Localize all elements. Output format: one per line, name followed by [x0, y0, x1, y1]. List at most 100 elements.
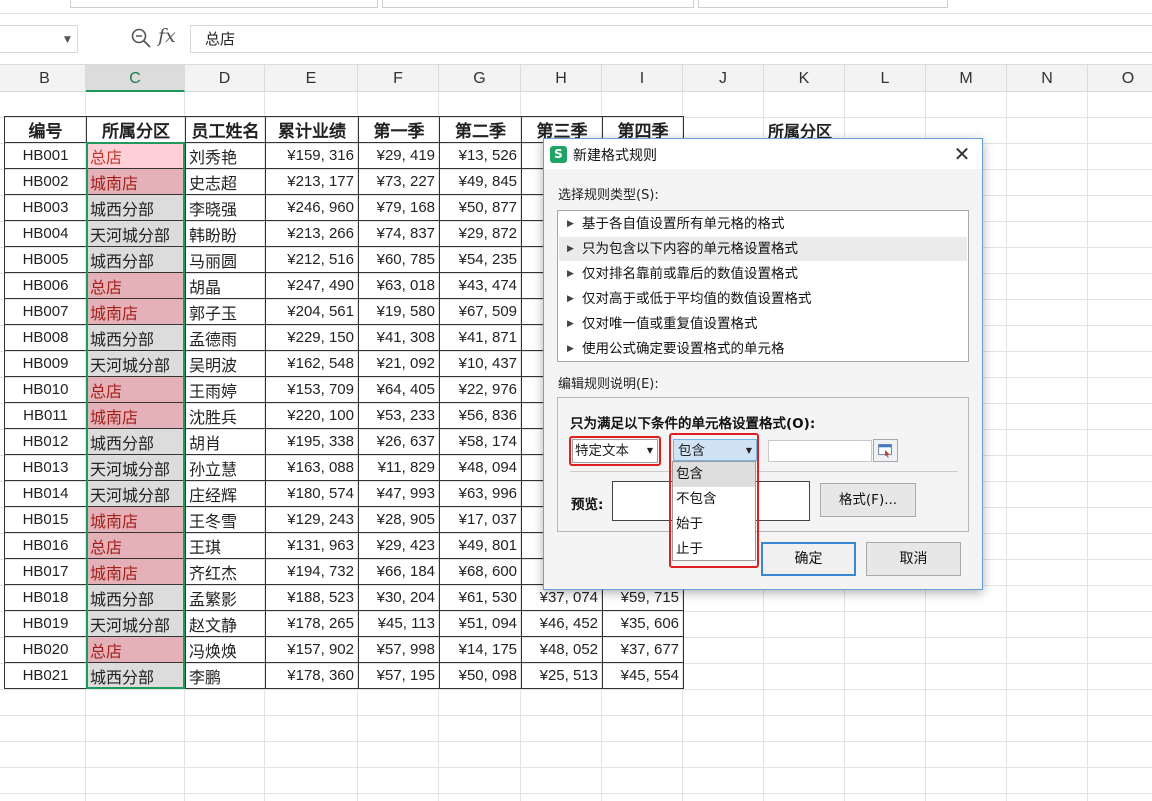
- table-cell[interactable]: HB005: [4, 246, 87, 273]
- operator-option[interactable]: 不包含: [673, 487, 755, 512]
- table-cell[interactable]: ¥157, 902: [265, 636, 359, 663]
- table-cell[interactable]: 王琪: [185, 532, 266, 559]
- column-header-m[interactable]: M: [926, 65, 1007, 92]
- table-cell[interactable]: ¥41, 871: [439, 324, 522, 351]
- table-cell[interactable]: ¥64, 405: [358, 376, 440, 403]
- table-cell[interactable]: 孟德雨: [185, 324, 266, 351]
- table-cell[interactable]: ¥57, 195: [358, 662, 440, 689]
- header-cell[interactable]: 编号: [4, 116, 87, 143]
- header-cell[interactable]: 所属分区: [86, 116, 186, 143]
- table-cell[interactable]: ¥57, 998: [358, 636, 440, 663]
- column-header-n[interactable]: N: [1007, 65, 1088, 92]
- column-header-e[interactable]: E: [265, 65, 358, 92]
- rule-type-item[interactable]: ▶ 只为包含以下内容的单元格设置格式: [559, 237, 967, 261]
- rule-type-item[interactable]: ▶ 基于各自值设置所有单元格的格式: [559, 212, 967, 236]
- table-cell[interactable]: HB015: [4, 506, 87, 533]
- cancel-button[interactable]: 取消: [866, 542, 961, 576]
- table-cell[interactable]: HB020: [4, 636, 87, 663]
- table-cell[interactable]: ¥56, 836: [439, 402, 522, 429]
- table-cell[interactable]: HB007: [4, 298, 87, 325]
- table-cell[interactable]: ¥212, 516: [265, 246, 359, 273]
- table-cell[interactable]: ¥50, 098: [439, 662, 522, 689]
- table-cell[interactable]: ¥180, 574: [265, 480, 359, 507]
- table-cell[interactable]: ¥68, 600: [439, 558, 522, 585]
- table-cell[interactable]: 李鹏: [185, 662, 266, 689]
- table-cell[interactable]: HB017: [4, 558, 87, 585]
- table-cell[interactable]: ¥45, 113: [358, 610, 440, 637]
- table-cell[interactable]: ¥153, 709: [265, 376, 359, 403]
- range-picker-icon[interactable]: [873, 439, 898, 462]
- table-cell[interactable]: ¥60, 785: [358, 246, 440, 273]
- table-cell[interactable]: HB013: [4, 454, 87, 481]
- table-cell[interactable]: HB003: [4, 194, 87, 221]
- chevron-down-icon[interactable]: ▼: [64, 35, 71, 45]
- table-cell[interactable]: ¥213, 177: [265, 168, 359, 195]
- operator-option[interactable]: 始于: [673, 512, 755, 537]
- table-cell[interactable]: ¥49, 845: [439, 168, 522, 195]
- header-cell[interactable]: 累计业绩: [265, 116, 359, 143]
- table-cell[interactable]: HB014: [4, 480, 87, 507]
- column-header-c[interactable]: C: [86, 65, 185, 92]
- dialog-titlebar[interactable]: S 新建格式规则 ✕: [544, 139, 982, 169]
- column-header-h[interactable]: H: [521, 65, 602, 92]
- table-cell[interactable]: ¥29, 423: [358, 532, 440, 559]
- table-cell[interactable]: ¥162, 548: [265, 350, 359, 377]
- table-cell[interactable]: ¥74, 837: [358, 220, 440, 247]
- table-cell[interactable]: ¥51, 094: [439, 610, 522, 637]
- table-cell[interactable]: ¥26, 637: [358, 428, 440, 455]
- table-cell[interactable]: 城西分部: [86, 428, 186, 455]
- table-cell[interactable]: ¥178, 360: [265, 662, 359, 689]
- column-header-b[interactable]: B: [4, 65, 86, 92]
- table-cell[interactable]: ¥35, 606: [602, 610, 684, 637]
- table-cell[interactable]: HB011: [4, 402, 87, 429]
- table-cell[interactable]: ¥195, 338: [265, 428, 359, 455]
- table-cell[interactable]: ¥188, 523: [265, 584, 359, 611]
- table-cell[interactable]: HB008: [4, 324, 87, 351]
- table-cell[interactable]: 城西分部: [86, 662, 186, 689]
- table-cell[interactable]: 李晓强: [185, 194, 266, 221]
- table-cell[interactable]: ¥19, 580: [358, 298, 440, 325]
- table-cell[interactable]: 总店: [86, 636, 186, 663]
- table-cell[interactable]: 天河城分部: [86, 220, 186, 247]
- operator-option[interactable]: 包含: [673, 462, 755, 487]
- table-cell[interactable]: 胡晶: [185, 272, 266, 299]
- header-cell[interactable]: 第二季: [439, 116, 522, 143]
- operator-dropdown-list[interactable]: 包含 不包含 始于 止于: [672, 461, 756, 561]
- table-cell[interactable]: ¥46, 452: [521, 610, 603, 637]
- table-cell[interactable]: 天河城分部: [86, 610, 186, 637]
- table-cell[interactable]: ¥11, 829: [358, 454, 440, 481]
- table-cell[interactable]: ¥14, 175: [439, 636, 522, 663]
- table-cell[interactable]: HB016: [4, 532, 87, 559]
- table-cell[interactable]: ¥37, 677: [602, 636, 684, 663]
- close-icon[interactable]: ✕: [948, 141, 976, 167]
- table-cell[interactable]: ¥131, 963: [265, 532, 359, 559]
- table-cell[interactable]: 总店: [86, 272, 186, 299]
- table-cell[interactable]: 冯焕焕: [185, 636, 266, 663]
- table-cell[interactable]: ¥25, 513: [521, 662, 603, 689]
- table-cell[interactable]: ¥41, 308: [358, 324, 440, 351]
- table-cell[interactable]: 城西分部: [86, 324, 186, 351]
- table-cell[interactable]: ¥63, 018: [358, 272, 440, 299]
- rule-type-item[interactable]: ▶ 仅对高于或低于平均值的数值设置格式: [559, 287, 967, 311]
- match-value-input[interactable]: [768, 440, 872, 462]
- formula-input[interactable]: 总店: [190, 25, 1152, 53]
- table-cell[interactable]: 刘秀艳: [185, 142, 266, 169]
- rule-type-list[interactable]: ▶ 基于各自值设置所有单元格的格式 ▶ 只为包含以下内容的单元格设置格式 ▶ 仅对排名靠前…: [557, 210, 969, 362]
- table-cell[interactable]: ¥48, 052: [521, 636, 603, 663]
- table-cell[interactable]: ¥58, 174: [439, 428, 522, 455]
- function-icon[interactable]: fx: [158, 25, 176, 47]
- table-cell[interactable]: 王雨婷: [185, 376, 266, 403]
- column-header-g[interactable]: G: [439, 65, 521, 92]
- column-header-j[interactable]: J: [683, 65, 764, 92]
- table-cell[interactable]: 王冬雪: [185, 506, 266, 533]
- name-box[interactable]: ▼: [0, 25, 78, 53]
- table-cell[interactable]: ¥220, 100: [265, 402, 359, 429]
- table-cell[interactable]: 孟繁影: [185, 584, 266, 611]
- table-cell[interactable]: ¥21, 092: [358, 350, 440, 377]
- table-cell[interactable]: ¥13, 526: [439, 142, 522, 169]
- ok-button[interactable]: 确定: [761, 542, 856, 576]
- table-cell[interactable]: 总店: [86, 532, 186, 559]
- table-cell[interactable]: ¥47, 993: [358, 480, 440, 507]
- table-cell[interactable]: ¥178, 265: [265, 610, 359, 637]
- table-cell[interactable]: HB009: [4, 350, 87, 377]
